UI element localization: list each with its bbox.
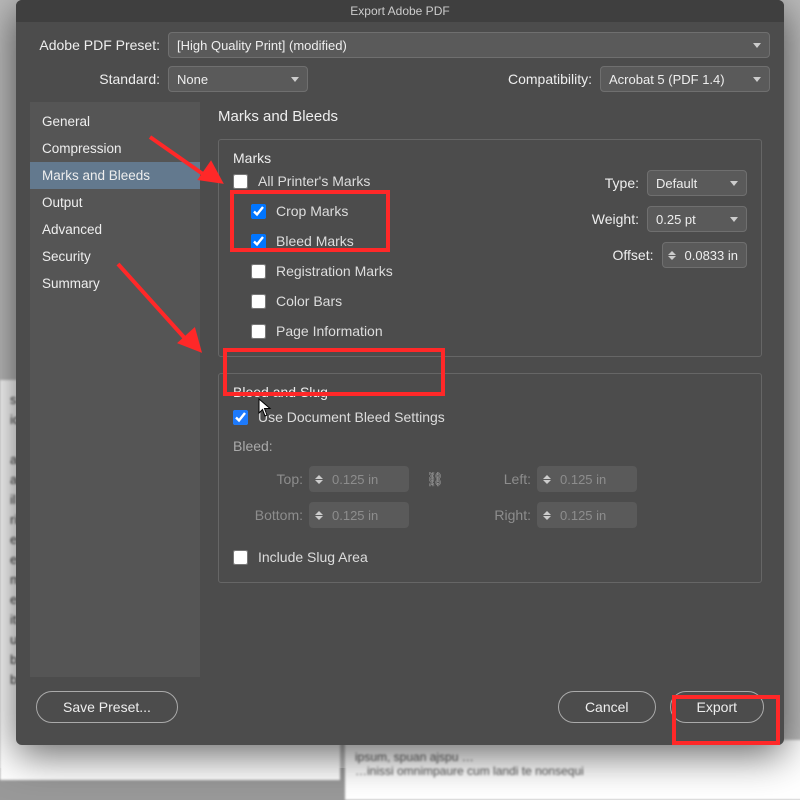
bleed-left-stepper[interactable]: 0.125 in xyxy=(537,466,637,492)
include-slug-area-checkbox[interactable] xyxy=(233,550,248,565)
bleed-bottom-label: Bottom: xyxy=(233,507,303,523)
preset-select[interactable]: [High Quality Print] (modified) xyxy=(168,32,770,58)
bleed-left-label: Left: xyxy=(461,471,531,487)
type-select[interactable]: Default xyxy=(647,170,747,196)
color-bars-label: Color Bars xyxy=(276,293,342,309)
sidebar-item-security[interactable]: Security xyxy=(30,243,200,270)
sidebar-item-marks-and-bleeds[interactable]: Marks and Bleeds xyxy=(30,162,200,189)
link-icon[interactable]: ⛓ xyxy=(426,471,444,488)
bleed-top-stepper[interactable]: 0.125 in xyxy=(309,466,409,492)
mouse-cursor-icon xyxy=(258,398,272,418)
bleed-slug-fieldset: Bleed and Slug Use Document Bleed Settin… xyxy=(218,373,762,583)
weight-label: Weight: xyxy=(592,211,639,227)
cancel-button[interactable]: Cancel xyxy=(558,691,656,723)
bleed-right-stepper[interactable]: 0.125 in xyxy=(537,502,637,528)
compatibility-select[interactable]: Acrobat 5 (PDF 1.4) xyxy=(600,66,770,92)
content-heading: Marks and Bleeds xyxy=(218,108,762,125)
type-label: Type: xyxy=(605,175,639,191)
annotation-highlight-bleed-slug xyxy=(223,348,445,396)
sidebar-item-output[interactable]: Output xyxy=(30,189,200,216)
bleed-bottom-stepper[interactable]: 0.125 in xyxy=(309,502,409,528)
use-document-bleed-checkbox[interactable] xyxy=(233,410,248,425)
offset-label: Offset: xyxy=(613,247,654,263)
standard-label: Standard: xyxy=(30,71,160,87)
sidebar: General Compression Marks and Bleeds Out… xyxy=(30,102,200,677)
sidebar-item-general[interactable]: General xyxy=(30,108,200,135)
bleed-header: Bleed: xyxy=(233,438,747,454)
use-document-bleed-label: Use Document Bleed Settings xyxy=(258,409,445,425)
bleed-top-label: Top: xyxy=(233,471,303,487)
dialog-title: Export Adobe PDF xyxy=(16,0,784,22)
offset-stepper[interactable]: 0.0833 in xyxy=(662,242,748,268)
annotation-highlight-export xyxy=(672,695,780,745)
sidebar-item-advanced[interactable]: Advanced xyxy=(30,216,200,243)
registration-marks-checkbox[interactable] xyxy=(251,264,266,279)
annotation-highlight-crop-bleed xyxy=(230,190,390,252)
bleed-right-label: Right: xyxy=(461,507,531,523)
preset-label: Adobe PDF Preset: xyxy=(30,37,160,53)
marks-legend: Marks xyxy=(231,150,273,166)
bg-paper-bottom: ipsum, spuan ajspu ……inissi omnimpaure c… xyxy=(345,740,800,800)
color-bars-checkbox[interactable] xyxy=(251,294,266,309)
save-preset-button[interactable]: Save Preset... xyxy=(36,691,178,723)
all-printers-marks-checkbox[interactable] xyxy=(233,174,248,189)
compatibility-label: Compatibility: xyxy=(462,71,592,87)
weight-select[interactable]: 0.25 pt xyxy=(647,206,747,232)
include-slug-area-label: Include Slug Area xyxy=(258,549,368,565)
standard-select[interactable]: None xyxy=(168,66,308,92)
sidebar-item-compression[interactable]: Compression xyxy=(30,135,200,162)
page-information-checkbox[interactable] xyxy=(251,324,266,339)
registration-marks-label: Registration Marks xyxy=(276,263,393,279)
all-printers-marks-label: All Printer's Marks xyxy=(258,173,370,189)
page-information-label: Page Information xyxy=(276,323,383,339)
sidebar-item-summary[interactable]: Summary xyxy=(30,270,200,297)
